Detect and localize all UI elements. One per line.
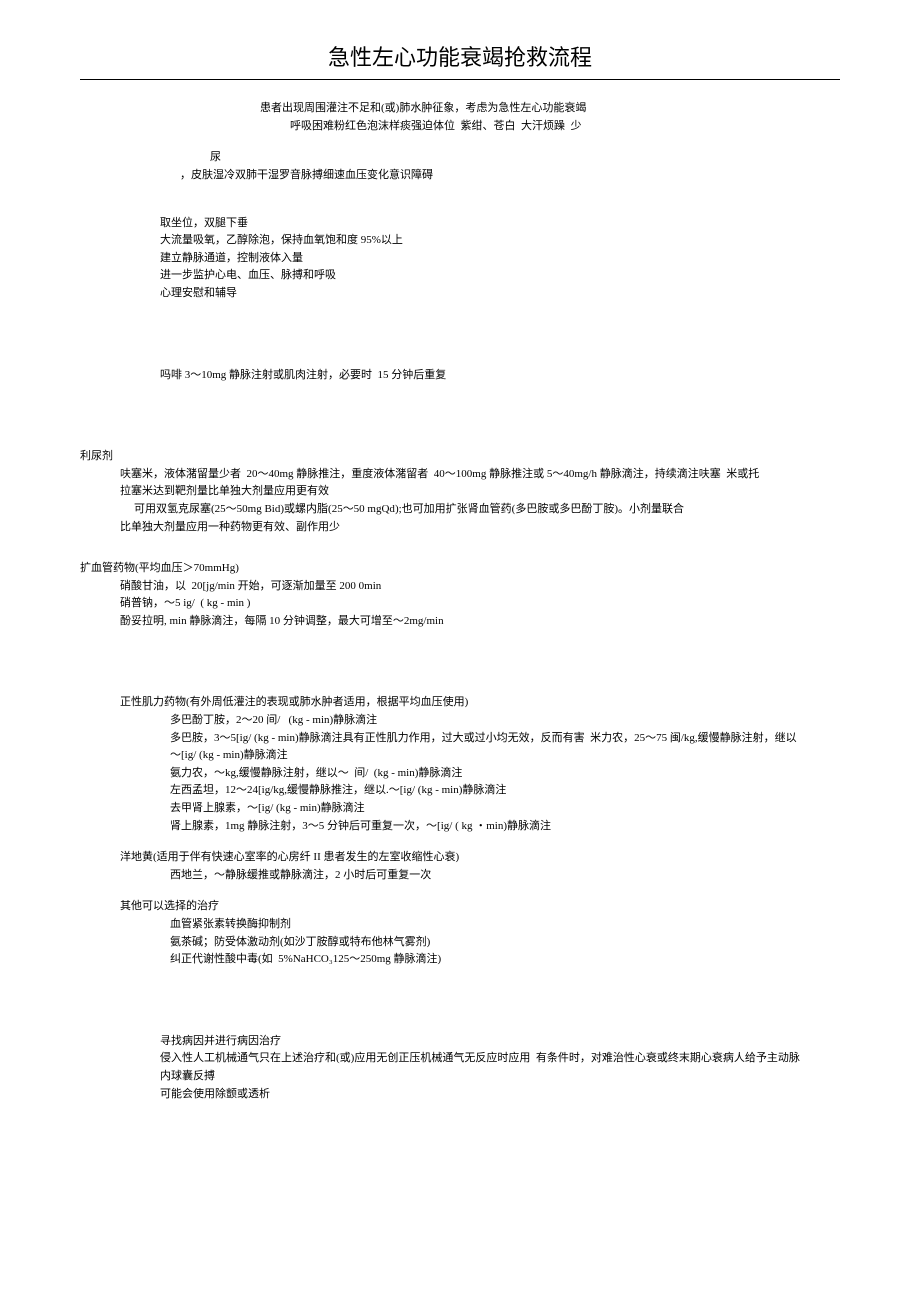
text-line: 比单独大剂量应用一种药物更有效、副作用少 bbox=[120, 519, 840, 537]
text-line: 酚妥拉明, min 静脉滴注，每隔 10 分钟调整，最大可增至～2mg/min bbox=[120, 613, 840, 631]
text-line: 吗啡 3～10mg 静脉注射或肌肉注射，必要时 15 分钟后重复 bbox=[160, 367, 840, 385]
text-line: 可能会使用除颤或透析 bbox=[160, 1086, 840, 1104]
text-line: 纠正代谢性酸中毒(如 5%NaHCO₃125～250mg 静脉滴注) bbox=[170, 951, 840, 969]
section-header: 正性肌力药物(有外周低灌注的表现或肺水肿者适用，根据平均血压使用) bbox=[120, 694, 840, 712]
text-line: 左西孟坦，12～24[ig/kg,缓慢静脉推注，继以.～[ig/ (kg - m… bbox=[170, 782, 840, 800]
text-line: 拉塞米达到靶剂量比单独大剂量应用更有效 bbox=[120, 483, 840, 501]
text-line: 血管紧张素转换酶抑制剂 bbox=[170, 916, 840, 934]
text-line: 氨力农，～kg,缓慢静脉注射，继以～ 间/ (kg - min)静脉滴注 bbox=[170, 765, 840, 783]
text-line: 可用双氢克尿塞(25～50mg Bid)或螺内脂(25～50 mgQd);也可加… bbox=[120, 501, 840, 519]
text-line: 尿 bbox=[80, 149, 840, 167]
text-line: 进一步监护心电、血压、脉搏和呼吸 bbox=[160, 267, 840, 285]
text-line: 多巴胺，3～5[ig/ (kg - min)静脉滴注具有正性肌力作用，过大或过小… bbox=[170, 730, 840, 748]
text-line: 内球囊反搏 bbox=[160, 1068, 840, 1086]
text-line: 呼吸困难粉红色泡沫样痰强迫体位 紫绀、苍白 大汗烦躁 少 bbox=[260, 118, 840, 136]
other-block: 其他可以选择的治疗 血管紧张素转换酶抑制剂 氨茶碱；防受体激动剂(如沙丁胺醇或特… bbox=[80, 898, 840, 968]
initial-measures-block: 取坐位，双腿下垂 大流量吸氧，乙醇除泡，保持血氧饱和度 95%以上 建立静脉通道… bbox=[80, 215, 840, 303]
section-header: 其他可以选择的治疗 bbox=[120, 898, 840, 916]
section-header: 扩血管药物(平均血压＞70mmHg) bbox=[80, 560, 840, 578]
text-line: 心理安慰和辅导 bbox=[160, 285, 840, 303]
final-block: 寻找病因并进行病因治疗 侵入性人工机械通气只在上述治疗和(或)应用无创正压机械通… bbox=[80, 1033, 840, 1103]
morphine-block: 吗啡 3～10mg 静脉注射或肌肉注射，必要时 15 分钟后重复 bbox=[80, 367, 840, 385]
diuretic-block: 利尿剂 呋塞米，液体潴留量少者 20～40mg 静脉推注，重度液体潴留者 40～… bbox=[80, 448, 840, 536]
text-line: ，皮肤湿冷双肺干湿罗音脉搏细速血压变化意识障碍 bbox=[80, 167, 840, 185]
section-header: 洋地黄(适用于伴有快速心室率的心房纤 II 患者发生的左室收缩性心衰) bbox=[120, 849, 840, 867]
text-line: 氨茶碱；防受体激动剂(如沙丁胺醇或特布他林气雾剂) bbox=[170, 934, 840, 952]
text-line: 寻找病因并进行病因治疗 bbox=[160, 1033, 840, 1051]
digitalis-block: 洋地黄(适用于伴有快速心室率的心房纤 II 患者发生的左室收缩性心衰) 西地兰，… bbox=[80, 849, 840, 884]
text-line: 大流量吸氧，乙醇除泡，保持血氧饱和度 95%以上 bbox=[160, 232, 840, 250]
presentation-block: 患者出现周围灌注不足和(或)肺水肿征象，考虑为急性左心功能衰竭 呼吸困难粉红色泡… bbox=[80, 100, 840, 135]
text-line: 硝普钠，～5 ig/ ( kg - min ) bbox=[120, 595, 840, 613]
text-line: ～[ig/ (kg - min)静脉滴注 bbox=[170, 747, 840, 765]
text-line: 呋塞米，液体潴留量少者 20～40mg 静脉推注，重度液体潴留者 40～100m… bbox=[120, 466, 840, 484]
text-line: 建立静脉通道，控制液体入量 bbox=[160, 250, 840, 268]
text-line: 西地兰，～静脉缓推或静脉滴注，2 小时后可重复一次 bbox=[170, 867, 840, 885]
text-line: 硝酸甘油，以 20[jg/min 开始，可逐渐加量至 200 0min bbox=[120, 578, 840, 596]
section-header: 利尿剂 bbox=[80, 448, 840, 466]
vasodilator-block: 扩血管药物(平均血压＞70mmHg) 硝酸甘油，以 20[jg/min 开始，可… bbox=[80, 560, 840, 630]
text-line: 侵入性人工机械通气只在上述治疗和(或)应用无创正压机械通气无反应时应用 有条件时… bbox=[160, 1050, 840, 1068]
inotrope-block: 正性肌力药物(有外周低灌注的表现或肺水肿者适用，根据平均血压使用) 多巴酚丁胺，… bbox=[80, 694, 840, 835]
text-line: 取坐位，双腿下垂 bbox=[160, 215, 840, 233]
page-title: 急性左心功能衰竭抢救流程 bbox=[80, 40, 840, 80]
text-line: 多巴酚丁胺，2～20 间/ (kg - min)静脉滴注 bbox=[170, 712, 840, 730]
text-line: 患者出现周围灌注不足和(或)肺水肿征象，考虑为急性左心功能衰竭 bbox=[260, 100, 840, 118]
text-line: 去甲肾上腺素，～[ig/ (kg - min)静脉滴注 bbox=[170, 800, 840, 818]
text-line: 肾上腺素，1mg 静脉注射，3～5 分钟后可重复一次，～[ig/ ( kg ・m… bbox=[170, 818, 840, 836]
